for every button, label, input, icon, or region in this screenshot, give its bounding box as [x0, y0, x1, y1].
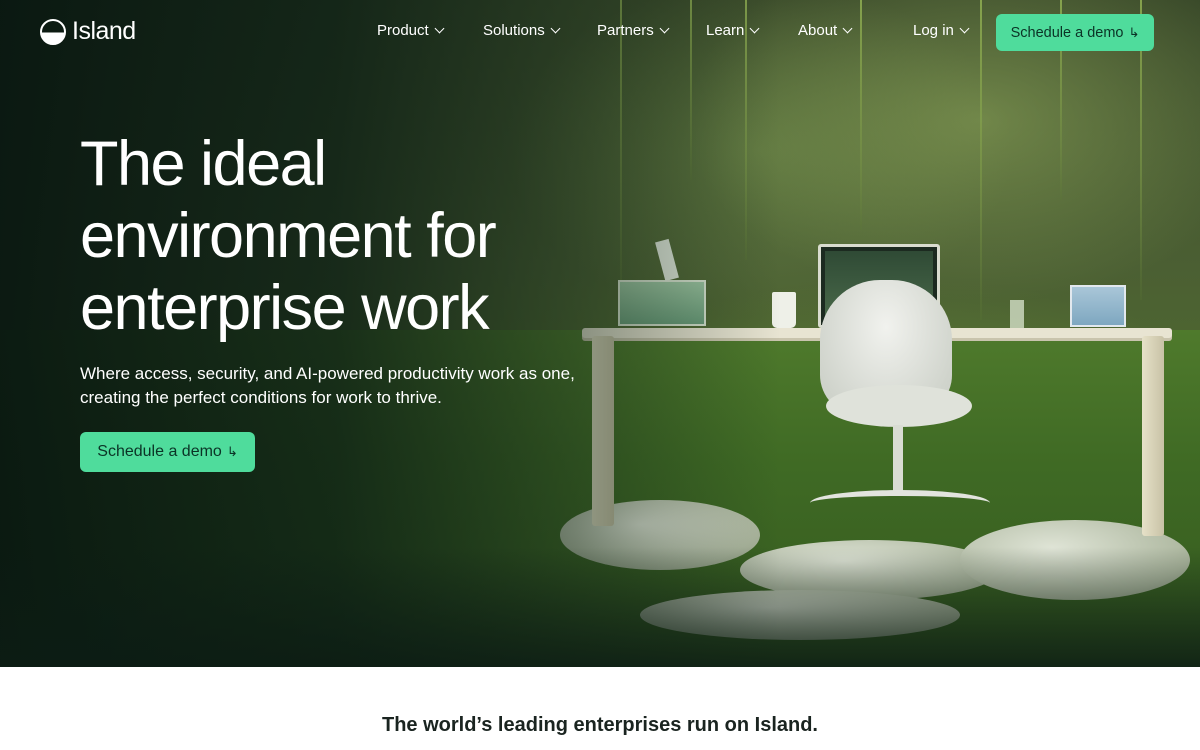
- chevron-down-icon: [749, 23, 760, 34]
- nav-item-label: Solutions: [483, 22, 545, 39]
- desk-box: [1070, 285, 1126, 327]
- island-logo[interactable]: Island: [40, 17, 136, 46]
- schedule-demo-button-nav[interactable]: Schedule a demo ↳: [996, 14, 1154, 51]
- rock: [640, 590, 960, 640]
- rock: [740, 540, 1000, 600]
- brand-name: Island: [72, 17, 136, 45]
- login-label: Log in: [913, 22, 954, 39]
- hero-headline-line: enterprise work: [80, 273, 490, 343]
- chair-base: [810, 490, 990, 516]
- chevron-down-icon: [434, 23, 445, 34]
- chair-seat: [826, 385, 972, 427]
- chevron-down-icon: [842, 23, 853, 34]
- trust-heading: The world’s leading enterprises run on I…: [381, 714, 818, 736]
- nav-item-learn[interactable]: Learn: [706, 22, 760, 39]
- rock: [960, 520, 1190, 600]
- schedule-demo-button-hero[interactable]: Schedule a demo ↳: [80, 432, 255, 472]
- nav-item-label: Partners: [597, 22, 654, 39]
- desk-illustration: [582, 328, 1172, 338]
- desk-cup: [772, 292, 796, 328]
- chevron-down-icon: [550, 23, 561, 34]
- nav-item-partners[interactable]: Partners: [597, 22, 670, 39]
- hero-headline-line: The ideal: [80, 129, 327, 199]
- chair-illustration: [820, 280, 952, 415]
- nav-item-label: About: [798, 22, 838, 39]
- rock: [560, 500, 760, 570]
- desk-lamp: [655, 238, 679, 282]
- top-nav: Island Product Solutions Partners Learn …: [0, 0, 1200, 64]
- arrow-icon: ↳: [1128, 24, 1140, 40]
- hero-headline-line: environment for: [80, 201, 497, 271]
- nav-item-label: Product: [377, 22, 429, 39]
- nav-login[interactable]: Log in: [913, 22, 970, 39]
- hero-subtext-line: Where access, security, and AI-powered p…: [80, 364, 575, 383]
- chevron-down-icon: [959, 23, 970, 34]
- chair-post: [893, 425, 903, 495]
- desk-leg: [1142, 336, 1164, 536]
- island-logo-icon: [40, 18, 66, 45]
- hero-subtext-line: creating the perfect conditions for work…: [80, 388, 442, 407]
- chevron-down-icon: [659, 23, 670, 34]
- desk-glass: [1010, 300, 1024, 328]
- nav-item-product[interactable]: Product: [377, 22, 445, 39]
- monitor-illustration: [818, 244, 940, 328]
- hero-headline: The ideal environment for enterprise wor…: [80, 128, 640, 344]
- nav-item-label: Learn: [706, 22, 745, 39]
- nav-item-about[interactable]: About: [798, 22, 853, 39]
- nav-item-solutions[interactable]: Solutions: [483, 22, 561, 39]
- schedule-demo-label: Schedule a demo: [97, 443, 222, 460]
- schedule-demo-label: Schedule a demo: [1010, 24, 1124, 41]
- hero-section: Island Product Solutions Partners Learn …: [0, 0, 1200, 667]
- hero-subtext: Where access, security, and AI-powered p…: [80, 362, 600, 410]
- arrow-icon: ↳: [226, 444, 238, 459]
